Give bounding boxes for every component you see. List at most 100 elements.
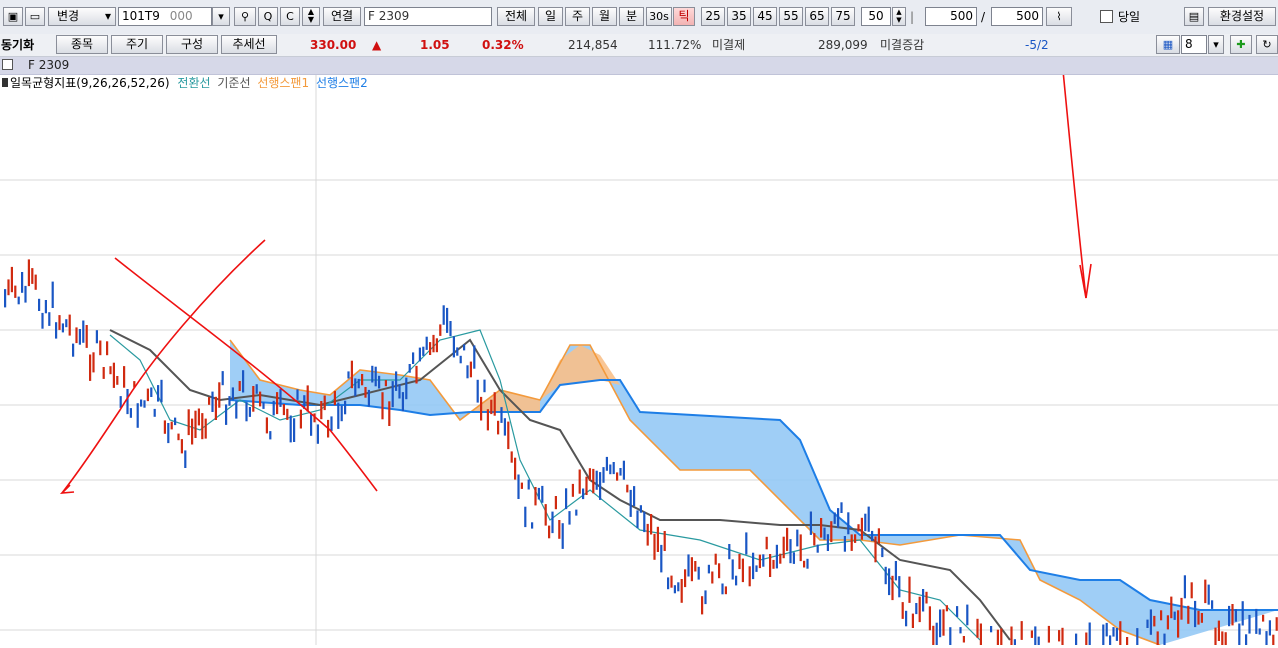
candle: [881, 547, 884, 558]
candle: [316, 424, 319, 444]
candle: [330, 416, 333, 431]
candle: [548, 525, 551, 539]
candle: [680, 579, 683, 603]
code-input[interactable]: 101T9 000: [118, 7, 212, 26]
sync-label[interactable]: 동기화: [1, 37, 34, 53]
total-count-input[interactable]: 500: [991, 7, 1043, 26]
candle: [792, 552, 795, 564]
candle: [55, 322, 58, 339]
display-count-input[interactable]: 500: [925, 7, 977, 26]
layout-button[interactable]: 구성: [166, 35, 218, 54]
order-icon[interactable]: Q: [258, 7, 278, 26]
copy-icon[interactable]: C: [280, 7, 300, 26]
candle: [425, 336, 428, 350]
ichimoku-chart[interactable]: [0, 0, 1278, 648]
symbol-field[interactable]: F 2309: [364, 7, 492, 26]
candle: [238, 381, 241, 391]
chart-type-icon[interactable]: ⌇: [1046, 7, 1072, 26]
tick-button-25[interactable]: 25: [701, 7, 725, 26]
connect-button[interactable]: 연결: [323, 7, 361, 26]
candle: [918, 596, 921, 623]
tick-count-input[interactable]: 50: [861, 7, 891, 26]
candle: [775, 544, 778, 569]
candle: [231, 387, 234, 401]
period-button-tick[interactable]: 틱: [673, 7, 695, 26]
candle: [340, 405, 343, 422]
candle: [197, 408, 200, 426]
candle: [1231, 604, 1234, 626]
candle: [286, 408, 289, 420]
candle: [486, 409, 489, 431]
tick-button-35[interactable]: 35: [727, 7, 751, 26]
refresh-icon[interactable]: ↻: [1256, 35, 1278, 54]
candle: [534, 487, 537, 506]
candle: [401, 392, 404, 412]
period-button-month[interactable]: 월: [592, 7, 617, 26]
candle: [395, 371, 398, 391]
period-button-30s[interactable]: 30s: [646, 7, 672, 26]
candle: [58, 315, 61, 330]
grid-icon[interactable]: ▦: [1156, 35, 1180, 54]
period-button-minute[interactable]: 분: [619, 7, 644, 26]
candle: [551, 511, 554, 534]
candle: [1047, 625, 1050, 643]
window-icon[interactable]: ▣: [3, 7, 23, 26]
candle: [1255, 608, 1258, 634]
settings-button[interactable]: 환경설정: [1208, 7, 1276, 26]
legend-conversion-line: 전환선: [177, 76, 211, 90]
candle: [1105, 622, 1108, 637]
candle: [388, 401, 391, 426]
period-button-all[interactable]: 전체: [497, 7, 535, 26]
candle: [830, 521, 833, 543]
candle: [558, 520, 561, 539]
candle: [381, 392, 384, 420]
chart-area[interactable]: 일목균형지표(9,26,26,52,26) 전환선 기준선 선행스팬1 선행스팬…: [0, 0, 1278, 648]
candle: [65, 319, 68, 328]
annotation-arrowhead: [1079, 263, 1092, 299]
candle: [187, 409, 190, 436]
spinner-icon[interactable]: ▲ ▼: [302, 7, 320, 26]
candle: [884, 566, 887, 585]
candle: [211, 391, 214, 412]
code-value: 101T9: [122, 9, 160, 23]
candle: [320, 401, 323, 420]
trendline-button[interactable]: 추세선: [221, 35, 277, 54]
today-checkbox[interactable]: [1100, 10, 1113, 23]
tick-button-65[interactable]: 65: [805, 7, 829, 26]
candle: [1238, 623, 1241, 648]
tick-button-55[interactable]: 55: [779, 7, 803, 26]
candle: [599, 472, 602, 500]
period-button-week[interactable]: 주: [565, 7, 590, 26]
candle: [265, 417, 268, 434]
grid-count-field[interactable]: 8: [1181, 35, 1207, 54]
candle: [979, 623, 982, 648]
code-dropdown-icon[interactable]: ▾: [212, 7, 230, 26]
oi-change-value: -5/2: [1025, 38, 1049, 52]
add-icon[interactable]: ✚: [1230, 35, 1252, 54]
stock-button[interactable]: 종목: [56, 35, 108, 54]
tick-spinner-icon[interactable]: ▲ ▼: [892, 7, 906, 26]
monitor-icon[interactable]: ▭: [25, 7, 45, 26]
search-icon[interactable]: ⚲: [234, 7, 256, 26]
candle: [633, 486, 636, 506]
candle: [500, 407, 503, 423]
candle: [418, 347, 421, 362]
tick-button-45[interactable]: 45: [753, 7, 777, 26]
grid-dropdown-icon[interactable]: ▾: [1208, 35, 1224, 54]
tick-button-75[interactable]: 75: [831, 7, 855, 26]
candle: [140, 399, 143, 407]
candle: [854, 534, 857, 543]
change-dropdown[interactable]: 변경 ▾: [48, 7, 116, 26]
candle: [92, 352, 95, 373]
save-icon[interactable]: ▤: [1184, 7, 1204, 26]
candle: [1061, 627, 1064, 648]
candle: [935, 622, 938, 646]
kumo-cloud: [230, 340, 1278, 645]
candle: [449, 321, 452, 337]
period-button-day[interactable]: 일: [538, 7, 563, 26]
candle: [112, 362, 115, 388]
open-interest-value: 289,099: [818, 38, 868, 52]
period-settings-button[interactable]: 주기: [111, 35, 163, 54]
chart-select-checkbox[interactable]: [2, 59, 13, 70]
candle: [228, 396, 231, 406]
